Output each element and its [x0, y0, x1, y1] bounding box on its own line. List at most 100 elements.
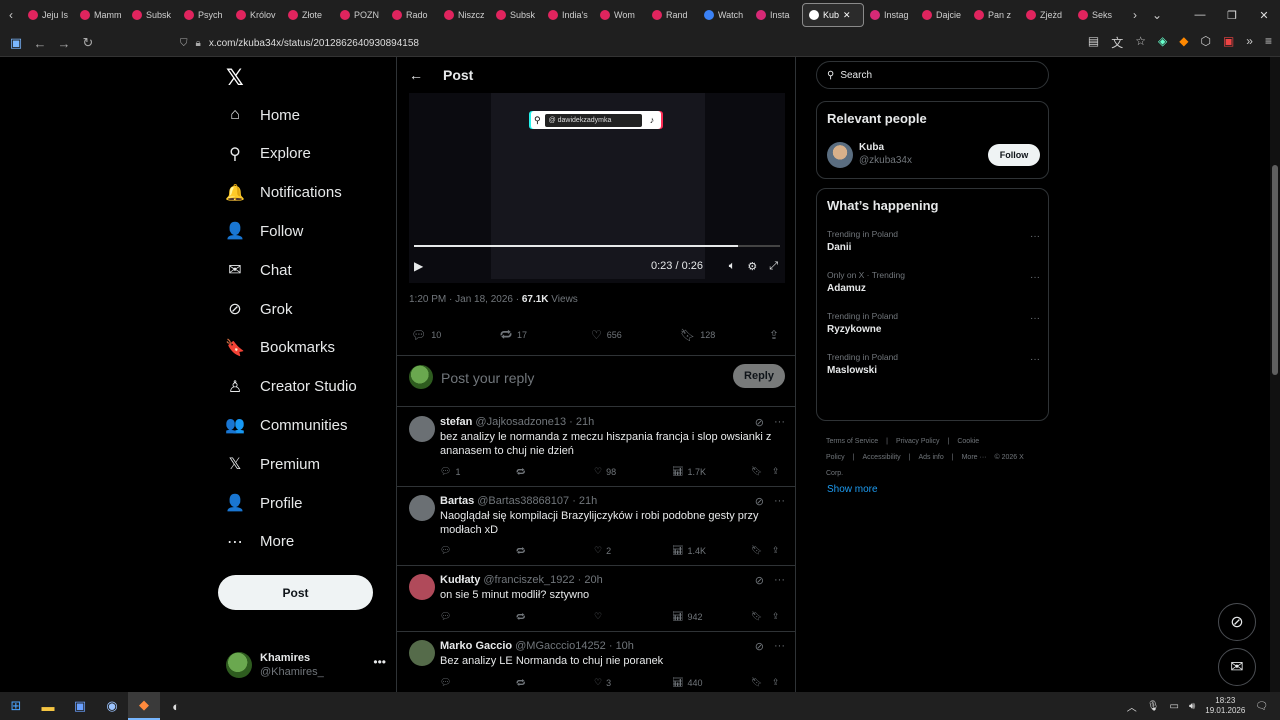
share-action[interactable]: ⇪ — [772, 677, 780, 688]
show-more-link[interactable]: Show more — [827, 484, 878, 495]
more-dots-icon[interactable]: ··· — [774, 640, 785, 653]
reply-action[interactable]: 💬︎ — [440, 611, 455, 622]
translate-icon[interactable]: 文 — [1111, 34, 1123, 51]
volume-icon[interactable]: 🔊︎ — [1189, 701, 1195, 712]
footer-link[interactable]: More ··· — [962, 454, 987, 461]
trend-item[interactable]: Trending in Poland Danii ··· — [827, 229, 1040, 259]
table-row[interactable]: Marko Gaccio @MGacccio14252 · 10h ⊘ ··· Bez … — [397, 632, 795, 692]
nav-item-communities[interactable]: 👥 Communities — [225, 406, 347, 444]
nav-item-notifications[interactable]: 🔔 Notifications — [225, 174, 342, 212]
heart-action[interactable]: ♡ 3 — [594, 677, 611, 688]
video-player[interactable]: ⚲ @ dawidekzadymka ♪ ▶ 0:23 / 0:26 🔈︎ ⚙ … — [409, 93, 785, 283]
tab[interactable]: Niszcz — [438, 3, 490, 27]
nav-item-grok[interactable]: ⊘ Grok — [226, 290, 292, 328]
more-dots-icon[interactable]: ··· — [1030, 272, 1040, 283]
post-button[interactable]: Post — [218, 575, 373, 610]
more-dots-icon[interactable]: ••• — [373, 655, 386, 669]
views-action[interactable]: 📊︎ 1.7K — [672, 466, 706, 477]
avatar[interactable] — [409, 640, 435, 666]
tab-scroll-right-icon[interactable]: › — [1124, 8, 1146, 22]
nav-item-premium[interactable]: 𝕏 Premium — [226, 445, 320, 483]
tab[interactable]: Psych — [178, 3, 230, 27]
tab-list-chevron-icon[interactable]: ⌄ — [1146, 8, 1168, 22]
video-progress-bar[interactable] — [414, 245, 780, 247]
reply-author-name[interactable]: Marko Gaccio — [440, 640, 512, 652]
reply-action[interactable]: 💬︎ 1 — [440, 466, 460, 477]
nav-item-follow[interactable]: 👤 Follow — [225, 212, 303, 250]
repost-action[interactable]: 🔁︎ 17 — [500, 327, 527, 344]
app-icon[interactable]: ◐ — [160, 692, 192, 720]
avatar[interactable] — [409, 416, 435, 442]
table-row[interactable]: Kudłaty @franciszek_1922 · 20h ⊘ ··· on sie … — [397, 566, 795, 632]
badge-extension-icon[interactable]: ▣ — [1223, 34, 1234, 51]
tab[interactable]: Subsk — [126, 3, 178, 27]
address-bar[interactable]: ⛉ 🔒︎ x.com/zkuba34x/status/2012862640930… — [180, 34, 1050, 53]
heart-action[interactable]: ♡ 2 — [594, 545, 611, 556]
avatar[interactable] — [827, 142, 853, 168]
bookmark-star-icon[interactable]: ☆ — [1135, 34, 1146, 51]
footer-link[interactable]: Accessibility — [863, 454, 901, 461]
grok-icon[interactable]: ⊘ — [755, 416, 764, 429]
clock[interactable]: 18:23 19.01.2026 — [1205, 696, 1245, 716]
tab[interactable]: Rand — [646, 3, 698, 27]
reply-input[interactable]: Post your reply — [441, 370, 534, 386]
shield-extension-icon[interactable]: ◈ — [1158, 34, 1167, 51]
tab-close-icon[interactable]: ✕ — [843, 10, 851, 21]
tab[interactable]: Dajcie — [916, 3, 968, 27]
share-action[interactable]: ⇪ — [772, 466, 780, 477]
table-row[interactable]: stefan @Jajkosadzone13 · 21h ⊘ ··· bez anali… — [397, 408, 795, 487]
tab[interactable]: Wom — [594, 3, 646, 27]
bookmark-action[interactable]: 🔖︎ — [751, 611, 762, 622]
repost-action[interactable]: 🔁︎ — [516, 677, 529, 690]
nav-item-more[interactable]: ⋯ More — [226, 523, 294, 561]
more-dots-icon[interactable]: ··· — [774, 574, 785, 587]
avatar[interactable] — [409, 574, 435, 600]
tab[interactable]: Seks — [1072, 3, 1124, 27]
more-dots-icon[interactable]: ··· — [774, 495, 785, 508]
reader-view-icon[interactable]: ▤ — [1088, 34, 1099, 51]
page-scrollbar[interactable] — [1270, 57, 1280, 692]
more-dots-icon[interactable]: ··· — [774, 416, 785, 429]
footer-link[interactable]: Privacy Policy — [896, 438, 940, 445]
fullscreen-icon[interactable]: ⤢ — [769, 260, 778, 273]
account-switcher[interactable]: Khamires @Khamires_ ••• — [226, 647, 386, 683]
reply-action[interactable]: 💬︎ — [440, 677, 455, 688]
steam-icon[interactable]: ◉ — [96, 692, 128, 720]
reload-icon[interactable]: ↻ — [76, 35, 100, 51]
notifications-icon[interactable]: 🗨︎ — [1255, 701, 1268, 712]
avatar[interactable] — [409, 495, 435, 521]
trend-item[interactable]: Trending in Poland Maslowski ··· — [827, 352, 1040, 382]
minimize-icon[interactable]: — — [1184, 9, 1216, 21]
forward-icon[interactable]: → — [52, 36, 76, 51]
trend-item[interactable]: Trending in Poland Ryzykowne ··· — [827, 311, 1040, 341]
sidebar-toggle-icon[interactable]: ▣ — [4, 35, 28, 51]
like-action[interactable]: ♡ 656 — [591, 328, 622, 342]
footer-link[interactable]: Terms of Service — [826, 438, 878, 445]
share-action[interactable]: ⇪ — [769, 328, 779, 342]
grok-float-button[interactable]: ⊘ — [1218, 603, 1256, 641]
restore-icon[interactable]: ❐ — [1216, 9, 1248, 22]
repost-action[interactable]: 🔁︎ — [516, 611, 529, 624]
tab[interactable]: Rado — [386, 3, 438, 27]
tab[interactable]: Watch — [698, 3, 750, 27]
trend-item[interactable]: Only on X · Trending Adamuz ··· — [827, 270, 1040, 300]
bookmark-action[interactable]: 🔖︎ 128 — [680, 328, 715, 342]
back-arrow-icon[interactable]: ← — [409, 67, 423, 83]
reply-author-name[interactable]: Kudłaty — [440, 574, 480, 586]
share-action[interactable]: ⇪ — [772, 611, 780, 622]
back-icon[interactable]: ← — [28, 36, 52, 51]
nav-item-profile[interactable]: 👤 Profile — [225, 484, 302, 522]
tab[interactable]: Instag — [864, 3, 916, 27]
heart-action[interactable]: ♡ — [594, 611, 606, 622]
follow-button[interactable]: Follow — [988, 144, 1040, 166]
tab[interactable]: Insta — [750, 3, 802, 27]
network-icon[interactable]: ▭ — [1169, 701, 1178, 712]
more-dots-icon[interactable]: ··· — [1030, 231, 1040, 242]
tab-active[interactable]: Kub ✕ — [802, 3, 864, 27]
url-text[interactable]: x.com/zkuba34x/status/201286264093089415… — [209, 38, 419, 49]
reply-action[interactable]: 💬︎ 10 — [411, 328, 441, 342]
tab[interactable]: Królov — [230, 3, 282, 27]
tab[interactable]: Mamm — [74, 3, 126, 27]
search-input[interactable]: ⚲ Search — [816, 61, 1049, 89]
person-name[interactable]: Kuba — [859, 142, 884, 153]
